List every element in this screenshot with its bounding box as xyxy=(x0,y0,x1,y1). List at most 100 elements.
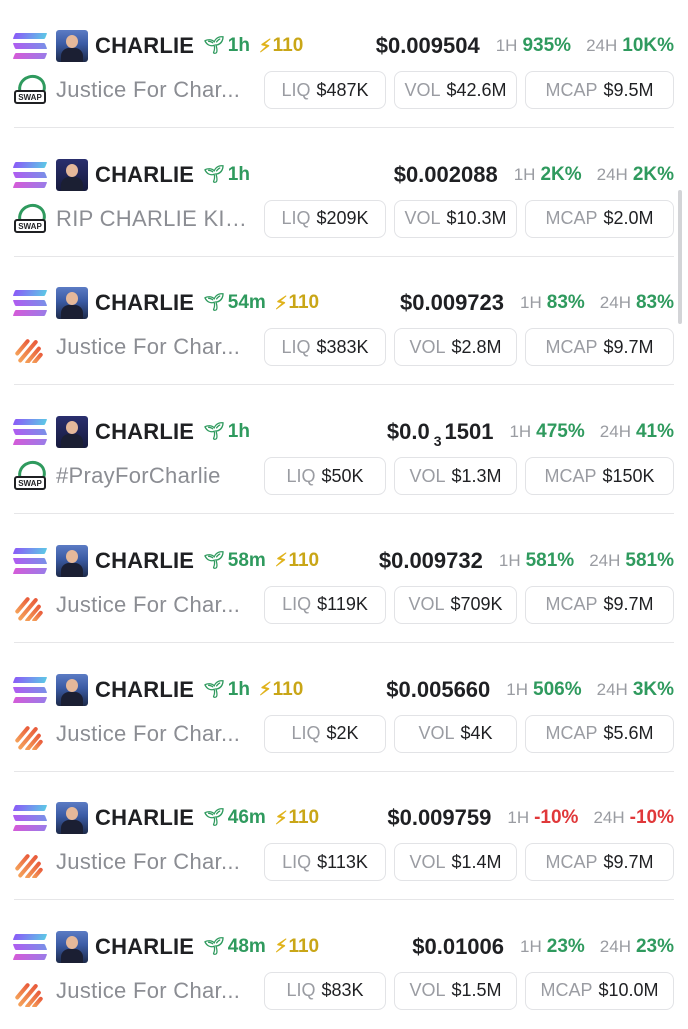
token-avatar[interactable] xyxy=(56,30,88,62)
market-cap-pill[interactable]: MCAP $150K xyxy=(525,457,674,496)
token-age: 🌱︎ 1h xyxy=(203,164,250,186)
liquidity-pill[interactable]: LIQ $83K xyxy=(264,971,386,1010)
market-cap-pill[interactable]: MCAP $2.0M xyxy=(525,199,674,238)
token-avatar[interactable] xyxy=(56,544,88,577)
market-cap-value: $150K xyxy=(602,465,655,486)
token-row[interactable]: CHARLIE 🌱︎ 46m ⚡︎ 110 $0.009759 1H -10% 24H -10% J… xyxy=(12,772,674,901)
change-24h-value: 3K% xyxy=(632,678,674,700)
liquidity-pill[interactable]: LIQ $113K xyxy=(264,843,386,882)
liquidity-value: $119K xyxy=(317,594,368,615)
market-cap-pill[interactable]: MCAP $9.5M xyxy=(525,71,674,109)
token-price: $0.005660 xyxy=(386,677,490,703)
market-cap-pill[interactable]: MCAP $9.7M xyxy=(525,585,674,624)
market-cap-pill[interactable]: MCAP $9.7M xyxy=(525,843,674,882)
market-cap-pill[interactable]: MCAP $5.6M xyxy=(525,714,674,753)
price-block: $0.009732 1H 581% 24H 581% xyxy=(379,548,674,574)
token-ticker[interactable]: CHARLIE xyxy=(95,290,194,316)
volume-pill[interactable]: VOL $4K xyxy=(394,714,517,753)
change-1h-value: 935% xyxy=(522,35,572,56)
liquidity-label: LIQ xyxy=(286,465,316,486)
score-value: 110 xyxy=(288,549,320,571)
change-1h-label: 1H xyxy=(513,164,536,184)
volume-pill[interactable]: VOL $1.5M xyxy=(394,971,517,1010)
volume-pill[interactable]: VOL $1.3M xyxy=(394,457,517,496)
volume-pill[interactable]: VOL $42.6M xyxy=(394,71,517,109)
token-ticker[interactable]: CHARLIE xyxy=(95,934,194,960)
token-ticker[interactable]: CHARLIE xyxy=(95,548,194,574)
token-row[interactable]: CHARLIE 🌱︎ 48m ⚡︎ 110 $0.01006 1H 23% 24H 23% Just… xyxy=(12,901,674,1029)
change-24h-label: 24H xyxy=(599,936,631,956)
change-1h-value: -10% xyxy=(534,807,579,829)
volume-value: $4K xyxy=(460,723,493,743)
token-details: SWAP Justice For Char... LIQ $487K VOL $42.6M… xyxy=(14,70,674,110)
token-avatar[interactable] xyxy=(56,930,88,963)
sprout-icon: 🌱︎ xyxy=(203,36,225,55)
token-name: Justice For Char... xyxy=(56,334,241,360)
price-block: $0.01006 1H 23% 24H 23% xyxy=(412,934,674,960)
score-badge: ⚡︎ 110 xyxy=(275,550,319,572)
token-ticker[interactable]: CHARLIE xyxy=(95,677,194,703)
volume-label: VOL xyxy=(409,465,446,486)
token-header: CHARLIE 🌱︎ 1h $0.002088 1H 2K% 24H 2K% xyxy=(12,157,674,193)
sprout-icon: 🌱︎ xyxy=(203,293,225,313)
token-age: 🌱︎ 1h xyxy=(203,679,250,701)
token-age: 🌱︎ 48m xyxy=(203,936,266,958)
market-cap-pill[interactable]: MCAP $10.0M xyxy=(525,971,674,1010)
token-ticker[interactable]: CHARLIE xyxy=(95,805,194,831)
age-value: 48m xyxy=(227,935,266,957)
volume-pill[interactable]: VOL $2.8M xyxy=(394,328,517,367)
bolt-icon: ⚡︎ xyxy=(274,292,288,313)
volume-pill[interactable]: VOL $1.4M xyxy=(394,843,517,882)
price-block: $0.009504 1H 935% 24H 10K% xyxy=(376,33,674,59)
token-row[interactable]: CHARLIE 🌱︎ 1h $0.0 3 1501 1H 475% 24H 41% SWAP #Pra… xyxy=(12,386,674,515)
token-avatar[interactable] xyxy=(56,287,88,320)
change-24h-value: 2K% xyxy=(632,163,674,185)
token-avatar[interactable] xyxy=(56,673,88,706)
price-block: $0.005660 1H 506% 24H 3K% xyxy=(386,677,674,703)
liquidity-label: LIQ xyxy=(291,723,321,743)
change-1h-value: 506% xyxy=(533,678,582,700)
change-24h-label: 24H xyxy=(599,293,631,313)
liquidity-pill[interactable]: LIQ $487K xyxy=(264,71,386,109)
volume-pill[interactable]: VOL $709K xyxy=(394,585,517,624)
market-cap-label: MCAP xyxy=(545,723,598,743)
token-row[interactable]: CHARLIE 🌱︎ 54m ⚡︎ 110 $0.009723 1H 83% 24H 83% Jus… xyxy=(12,257,674,386)
liquidity-pill[interactable]: LIQ $2K xyxy=(264,714,386,753)
token-price: $0.01006 xyxy=(412,934,504,960)
bolt-icon: ⚡︎ xyxy=(274,550,288,571)
change-24h-value: 41% xyxy=(635,421,674,443)
change-1h-value: 23% xyxy=(546,935,585,957)
price-block: $0.0 3 1501 1H 475% 24H 41% xyxy=(387,419,674,449)
token-row[interactable]: CHARLIE 🌱︎ 1h $0.002088 1H 2K% 24H 2K% SWAP RIP C… xyxy=(12,129,674,257)
solana-icon xyxy=(12,418,48,446)
market-cap-pill[interactable]: MCAP $9.7M xyxy=(525,328,674,367)
market-cap-value: $9.7M xyxy=(603,851,654,872)
liquidity-pill[interactable]: LIQ $383K xyxy=(264,328,386,367)
price-value: $0.009723 xyxy=(400,290,505,316)
volume-value: $2.8M xyxy=(451,336,502,357)
volume-pill[interactable]: VOL $10.3M xyxy=(394,199,517,238)
token-avatar[interactable] xyxy=(56,416,88,449)
token-avatar[interactable] xyxy=(56,802,88,835)
scrollbar[interactable] xyxy=(678,190,682,324)
token-name: Justice For Char... xyxy=(56,849,241,875)
liquidity-pill[interactable]: LIQ $50K xyxy=(264,457,386,496)
change-24h-label: 24H xyxy=(593,808,625,828)
token-ticker[interactable]: CHARLIE xyxy=(95,162,194,188)
liquidity-pill[interactable]: LIQ $209K xyxy=(264,199,386,238)
token-details: SWAP RIP CHARLIE KIRK LIQ $209K VOL $10.3M MCA… xyxy=(14,199,674,239)
price-block: $0.009759 1H -10% 24H -10% xyxy=(387,805,674,831)
volume-label: VOL xyxy=(404,208,441,229)
token-list: CHARLIE 🌱︎ 1h ⚡︎ 110 $0.009504 1H 935% 24H 10K% SW… xyxy=(0,0,688,1024)
token-row[interactable]: CHARLIE 🌱︎ 58m ⚡︎ 110 $0.009732 1H 581% 24H 581% J… xyxy=(12,515,674,643)
liquidity-label: LIQ xyxy=(281,336,311,357)
market-cap-label: MCAP xyxy=(545,851,598,872)
change-24h-value: 10K% xyxy=(622,35,674,56)
change-1h-label: 1H xyxy=(507,808,530,828)
token-row[interactable]: CHARLIE 🌱︎ 1h ⚡︎ 110 $0.005660 1H 506% 24H 3K% Jus… xyxy=(12,644,674,772)
token-ticker[interactable]: CHARLIE xyxy=(95,33,194,59)
token-row[interactable]: CHARLIE 🌱︎ 1h ⚡︎ 110 $0.009504 1H 935% 24H 10K% SW… xyxy=(12,0,674,128)
liquidity-pill[interactable]: LIQ $119K xyxy=(264,585,386,624)
token-avatar[interactable] xyxy=(56,158,88,191)
token-ticker[interactable]: CHARLIE xyxy=(95,419,194,445)
